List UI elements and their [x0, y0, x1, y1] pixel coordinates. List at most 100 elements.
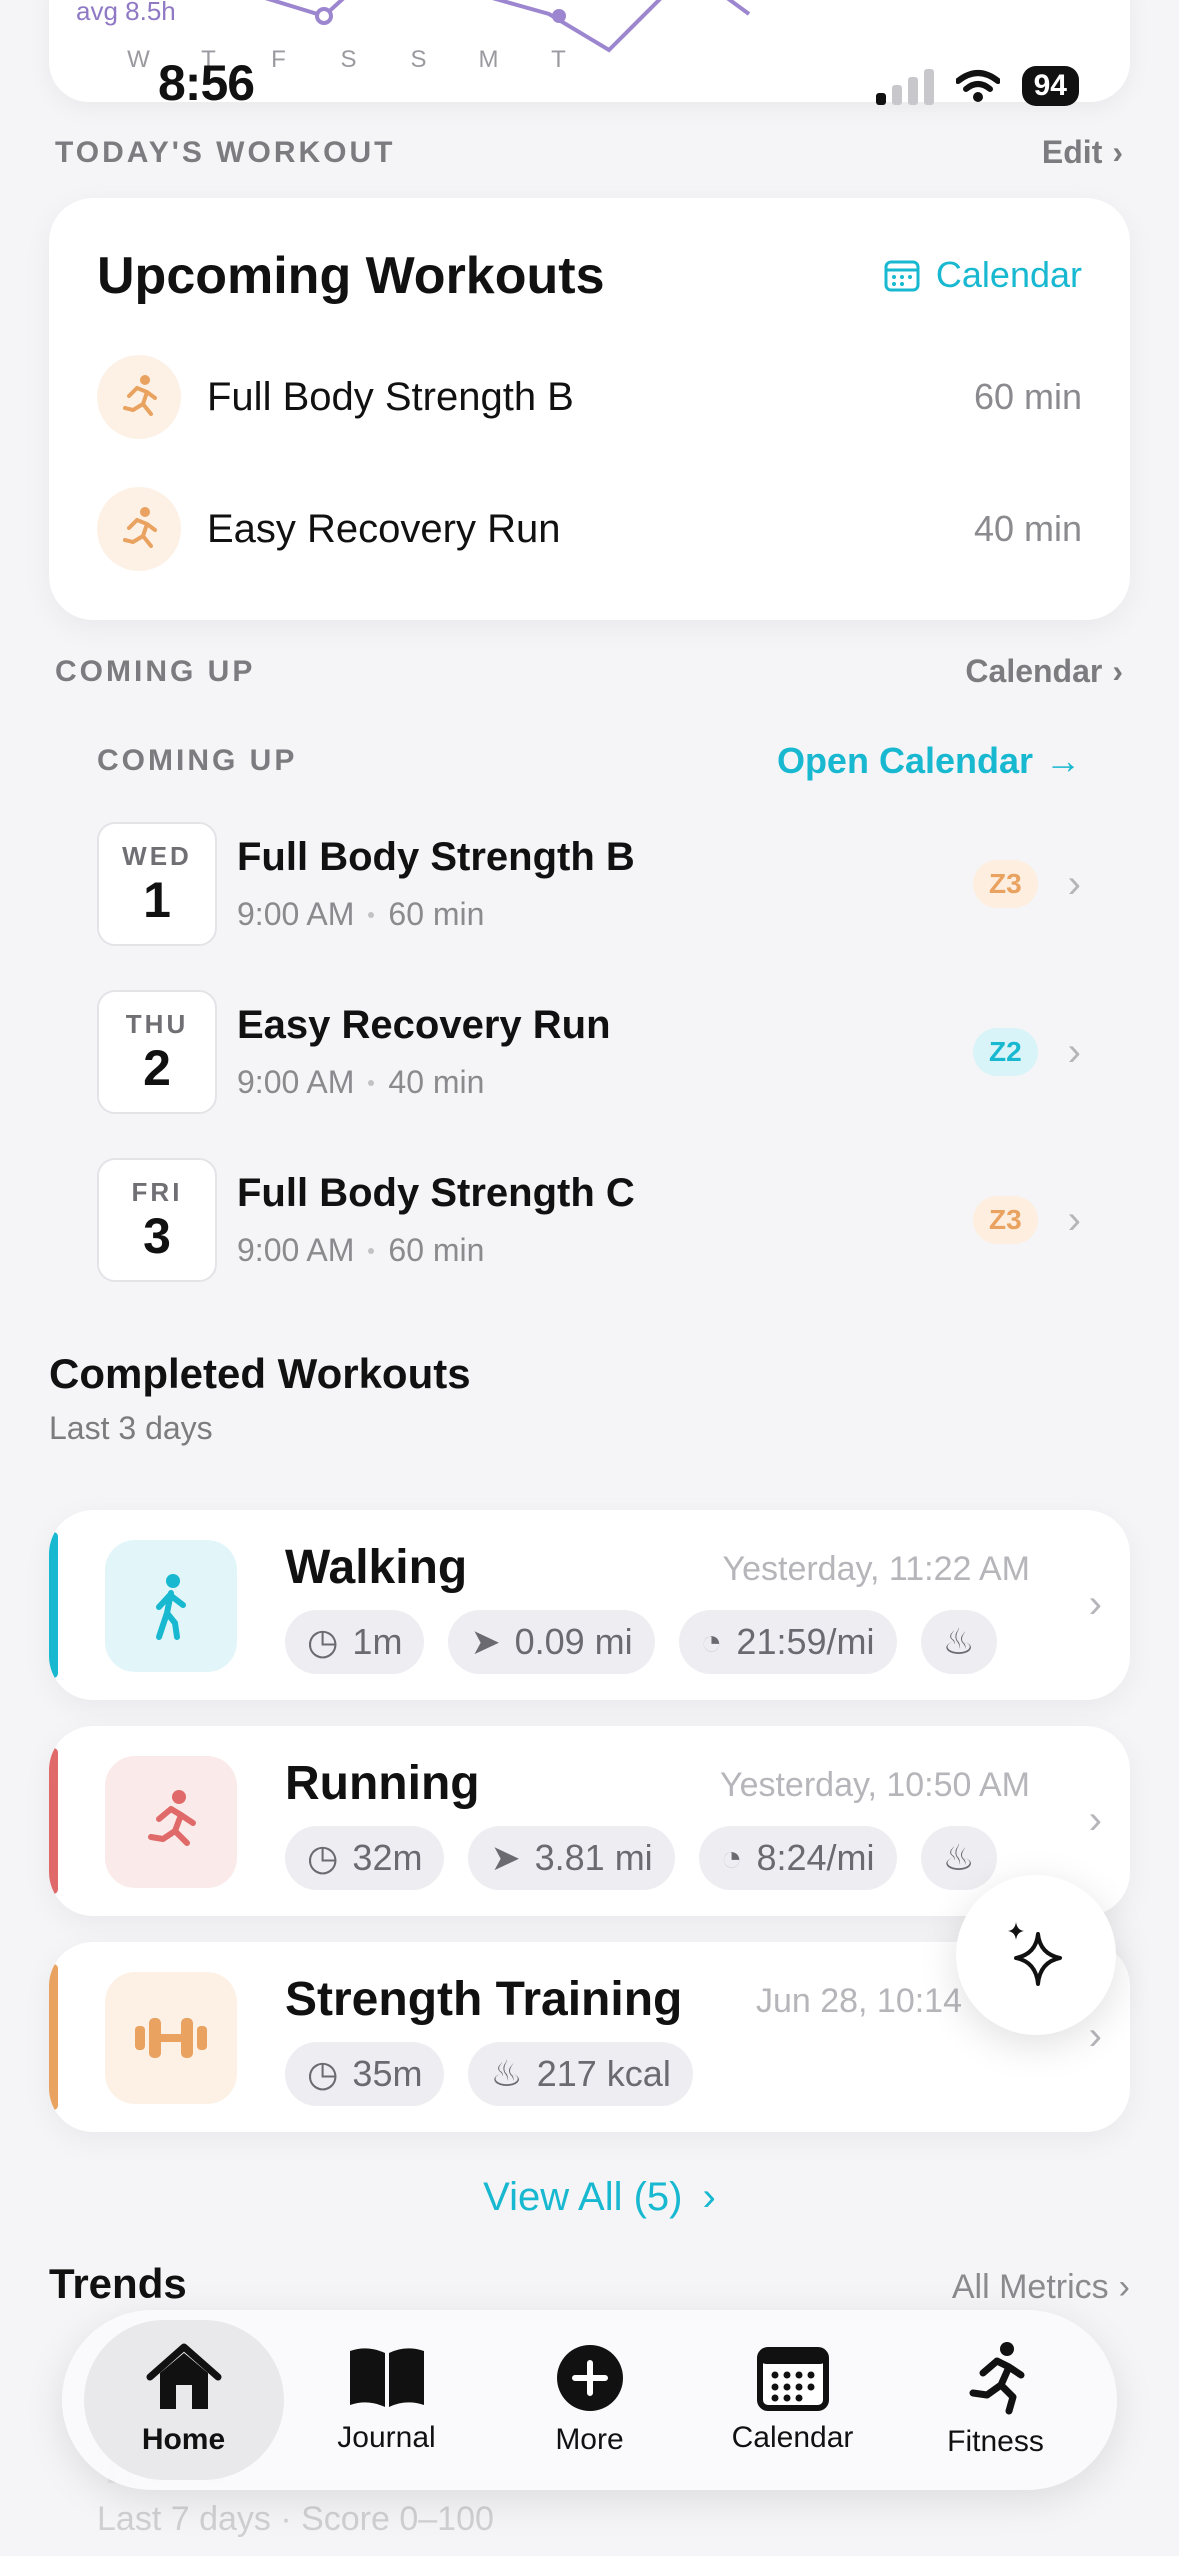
workout-name: Easy Recovery Run — [207, 506, 561, 551]
calendar-link[interactable]: Calendar › — [965, 653, 1123, 690]
accent-bar — [49, 1748, 58, 1894]
coming-up-row[interactable]: THU 2 Easy Recovery Run 9:00 AM 40 min Z2… — [97, 990, 1081, 1114]
pace-stat: ◔ 21:59/mi — [678, 1610, 897, 1674]
workout-duration: 60 min — [388, 896, 485, 932]
day-label: S — [410, 46, 428, 73]
view-all-button[interactable]: View All (5) › — [0, 2175, 1179, 2220]
workout-name: Running — [285, 1757, 480, 1810]
workout-duration: 60 min — [973, 376, 1082, 417]
flame-icon: ♨ — [942, 1837, 975, 1878]
section-label: TODAY'S WORKOUT — [55, 135, 396, 169]
tab-fitness[interactable]: Fitness — [896, 2320, 1096, 2480]
completed-workout-card[interactable]: Running Yesterday, 10:50 AM ◷ 32m ➤ 3.81 m… — [49, 1726, 1130, 1916]
accent-bar — [49, 1532, 58, 1678]
location-arrow-icon: ➤ — [470, 1621, 501, 1662]
workout-title: Full Body Strength C — [237, 1171, 635, 1215]
clock-icon: ◷ — [307, 2053, 339, 2094]
edit-button[interactable]: Edit › — [1042, 134, 1123, 171]
calendar-button[interactable]: Calendar — [884, 254, 1082, 296]
day-of-week: THU — [125, 1008, 189, 1039]
location-arrow-icon: ➤ — [490, 1837, 521, 1878]
chevron-right-icon: › — [1067, 1197, 1081, 1242]
day-label: S — [340, 46, 358, 73]
todays-workout-header: TODAY'S WORKOUT Edit › — [55, 134, 1123, 171]
inner-section-label: COMING UP — [97, 744, 298, 777]
workout-duration: 60 min — [388, 1232, 485, 1268]
date-badge: THU 2 — [97, 990, 217, 1114]
view-all-label: View All (5) — [483, 2175, 683, 2219]
distance-stat: ➤ 0.09 mi — [448, 1610, 655, 1674]
cellular-signal-icon — [875, 67, 934, 105]
chevron-right-icon: › — [1088, 2014, 1102, 2058]
workout-name: Full Body Strength B — [207, 374, 574, 419]
tab-bar: Home Journal More Calendar Fitness — [62, 2310, 1117, 2490]
zone-badge: Z2 — [972, 1028, 1038, 1076]
workout-timestamp: Yesterday, 11:22 AM — [722, 1550, 1030, 1588]
tab-journal[interactable]: Journal — [287, 2320, 487, 2480]
workout-title: Easy Recovery Run — [237, 1003, 611, 1047]
flame-icon: ♨ — [942, 1621, 975, 1662]
date-badge: WED 1 — [97, 822, 217, 946]
chevron-right-icon: › — [1067, 1029, 1081, 1074]
status-time: 8:56 — [158, 55, 255, 111]
workout-title: Full Body Strength B — [237, 835, 635, 879]
coming-up-inner-header: COMING UP Open Calendar → — [97, 740, 1081, 782]
upcoming-workout-row[interactable]: Full Body Strength B 60 min — [97, 352, 1082, 442]
completed-workouts-subtitle: Last 3 days — [49, 1410, 213, 1446]
calories-stat: ♨ — [920, 1826, 997, 1890]
running-figure-icon — [97, 487, 181, 571]
status-indicators: 94 — [875, 66, 1079, 106]
calories-stat: ♨ — [920, 1610, 997, 1674]
accent-bar — [49, 1964, 58, 2110]
tab-calendar[interactable]: Calendar — [693, 2320, 893, 2480]
section-label: COMING UP — [55, 654, 256, 688]
workout-duration: 40 min — [973, 508, 1082, 549]
clock-icon: ◷ — [307, 1621, 339, 1662]
duration-stat: ◷ 32m — [285, 1826, 445, 1890]
open-calendar-label: Open Calendar — [776, 740, 1033, 781]
workout-name: Strength Training — [285, 1973, 683, 2026]
chevron-right-icon: › — [1067, 861, 1081, 906]
chevron-right-icon: › — [1118, 2268, 1130, 2306]
workout-time: 9:00 AM — [237, 1064, 355, 1100]
coming-up-row[interactable]: FRI 3 Full Body Strength C 9:00 AM 60 min… — [97, 1158, 1081, 1282]
zone-badge: Z3 — [972, 860, 1038, 908]
calories-stat: ♨ 217 kcal — [468, 2042, 693, 2106]
home-icon — [146, 2343, 221, 2409]
open-calendar-button[interactable]: Open Calendar → — [777, 740, 1081, 782]
flame-icon: ♨ — [490, 2053, 523, 2094]
tab-label: More — [555, 2423, 624, 2456]
workout-stats: ◷ 35m ♨ 217 kcal — [285, 2042, 1031, 2108]
book-icon — [349, 2348, 424, 2407]
duration-stat: ◷ 1m — [285, 1610, 425, 1674]
chevron-right-icon: › — [1112, 653, 1123, 689]
day-label: T — [551, 46, 567, 73]
workout-timestamp: Jun 28, 10:14 — [755, 1982, 962, 2020]
duration-stat: ◷ 35m — [285, 2042, 445, 2106]
running-figure-icon — [969, 2342, 1024, 2415]
chevron-right-icon: › — [1112, 134, 1123, 170]
speedometer-icon: ◔ — [720, 1837, 743, 1878]
wifi-icon — [955, 70, 1000, 102]
speedometer-icon: ◔ — [700, 1621, 723, 1662]
ai-sparkle-button[interactable] — [956, 1875, 1116, 2035]
tab-home[interactable]: Home — [83, 2320, 284, 2480]
chevron-right-icon: › — [1088, 1798, 1102, 1842]
dumbbell-icon — [105, 1972, 237, 2104]
completed-workout-card[interactable]: Walking Yesterday, 11:22 AM ◷ 1m ➤ 0.09 mi… — [49, 1510, 1130, 1700]
clock-icon: ◷ — [307, 1837, 339, 1878]
workout-timestamp: Yesterday, 10:50 AM — [720, 1766, 1030, 1804]
upcoming-workout-row[interactable]: Easy Recovery Run 40 min — [97, 484, 1082, 574]
day-label: M — [478, 46, 500, 73]
workout-time: 9:00 AM — [237, 896, 355, 932]
all-metrics-link[interactable]: All Metrics › — [952, 2268, 1130, 2307]
tab-more[interactable]: More — [490, 2320, 690, 2480]
arrow-right-icon: → — [1045, 740, 1081, 781]
trend-card-subtitle: Last 7 days · Score 0–100 — [97, 2500, 494, 2538]
tab-label: Home — [141, 2423, 226, 2456]
coming-up-row[interactable]: WED 1 Full Body Strength B 9:00 AM 60 min… — [97, 822, 1081, 946]
trends-title: Trends — [49, 2260, 187, 2307]
battery-indicator: 94 — [1021, 66, 1079, 106]
day-number: 1 — [143, 871, 171, 928]
calendar-icon — [884, 260, 920, 292]
